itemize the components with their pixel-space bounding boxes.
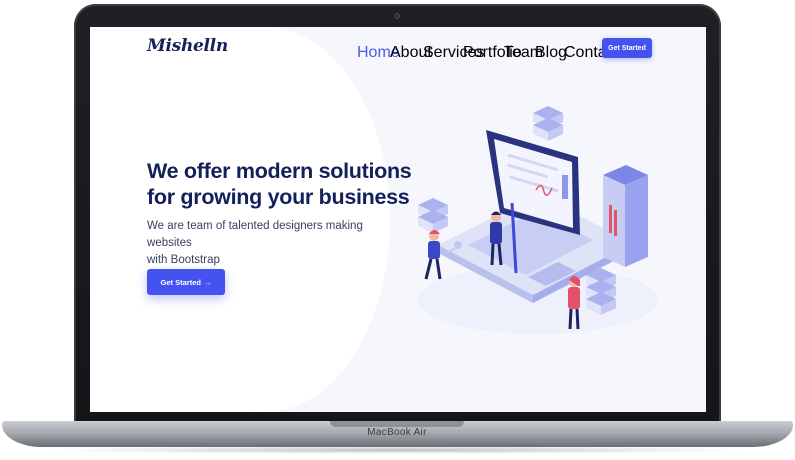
camera-icon [394,13,400,19]
stacked-blocks-right-illustration [586,268,616,315]
isometric-team-website-illustration [418,106,658,334]
hero-get-started-label: Get Started [160,277,201,287]
hero-title-line1: We offer modern solutions [147,159,412,183]
nav-get-started-label: Get Started [608,44,646,52]
laptop-brand-label: MacBook Air [367,427,427,438]
hero-title: We offer modern solutions for growing yo… [147,158,417,210]
browser-viewport: Mishelln Home About Services Portfolio T… [90,27,706,412]
person-sitting-illustration [424,230,442,280]
nav-get-started-button[interactable]: Get Started [602,38,652,58]
nav-blog[interactable]: Blog [535,44,567,62]
site-logo[interactable]: Mishelln [147,36,228,56]
server-tower-illustration [603,165,648,267]
hero-get-started-button[interactable]: Get Started → [147,269,225,295]
stacked-blocks-left-illustration [418,198,448,233]
stacked-blocks-top-illustration [533,106,563,141]
arrow-right-icon: → [203,277,212,287]
laptop-shadow [40,446,755,454]
hero-subtitle: We are team of talented designers making… [147,218,407,269]
hero-subtitle-line1: We are team of talented designers making… [147,220,363,249]
hero-subtitle-line2: with Bootstrap [147,254,220,266]
hero-title-line2: for growing your business [147,185,410,209]
